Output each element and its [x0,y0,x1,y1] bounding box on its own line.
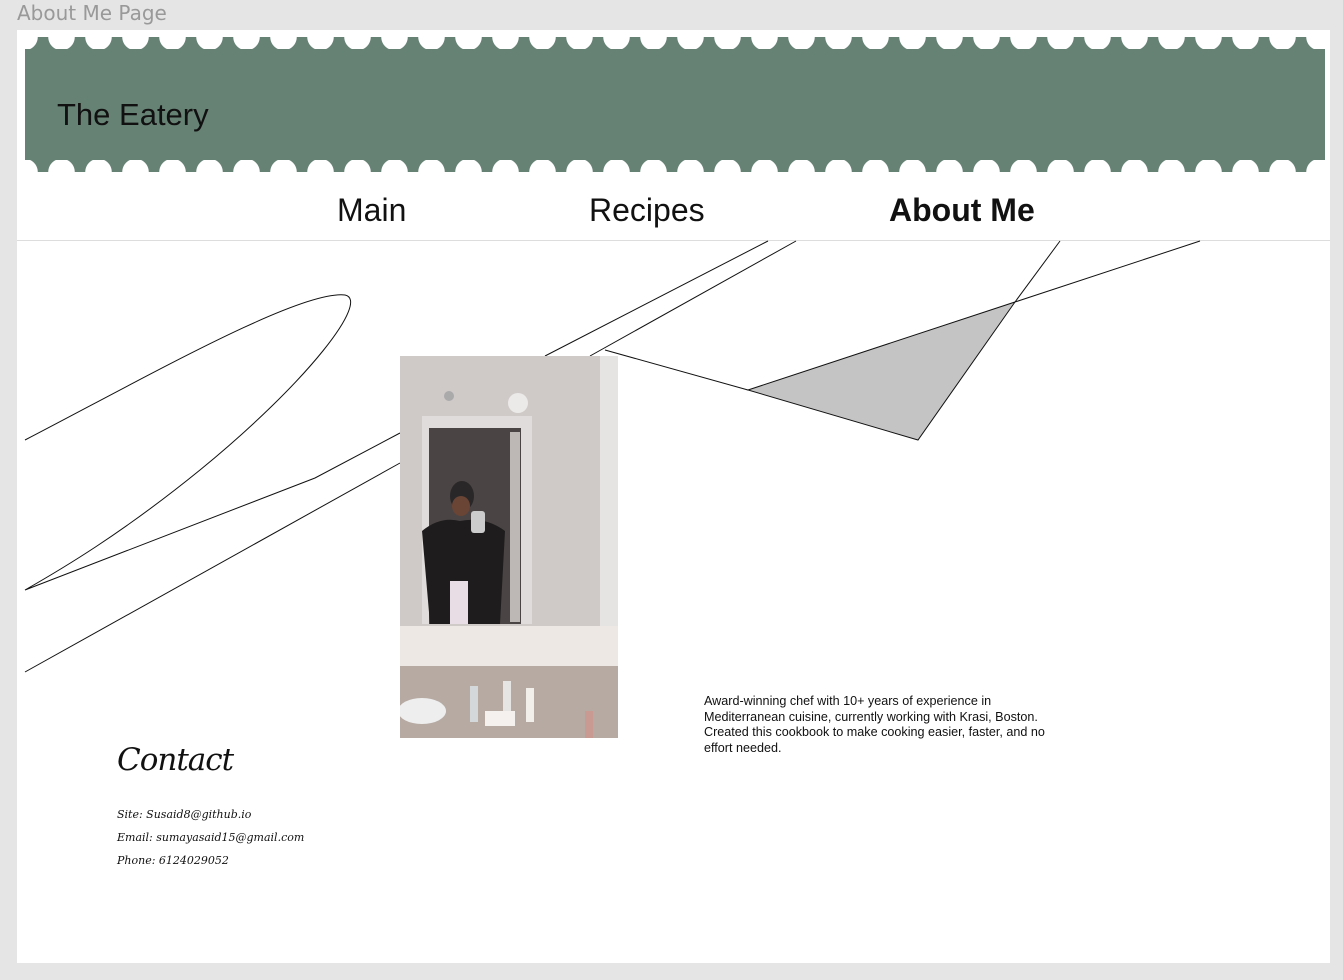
line-right-1 [604,349,749,391]
line-loop [24,294,401,591]
gray-triangle [746,301,1017,441]
contact-email[interactable]: Email: sumayasaid15@gmail.com [117,831,304,844]
header-banner: The Eatery [25,37,1325,172]
chef-photo [400,356,618,738]
bio-text: Award-winning chef with 10+ years of exp… [704,694,1045,755]
page-frame: The Eatery Main Recipes About Me Award-w… [17,30,1330,963]
nav-recipes[interactable]: Recipes [589,192,705,229]
line-diagonal [24,462,401,673]
contact-site[interactable]: Site: Susaid8@github.io [117,808,251,821]
line-upper-1 [544,240,769,357]
nav-bar: Main Recipes About Me [17,180,1330,241]
site-title: The Eatery [57,97,209,132]
contact-phone: Phone: 6124029052 [117,854,229,867]
line-right-3 [1014,240,1061,303]
line-upper-2 [589,240,797,357]
scallop-edge-bottom [25,160,1325,172]
frame-title: About Me Page [17,1,167,25]
nav-about-me[interactable]: About Me [889,192,1035,229]
scallop-edge-top [25,37,1325,49]
contact-heading: Contact [117,742,234,778]
line-right-2 [1014,240,1201,303]
nav-main[interactable]: Main [337,192,406,229]
